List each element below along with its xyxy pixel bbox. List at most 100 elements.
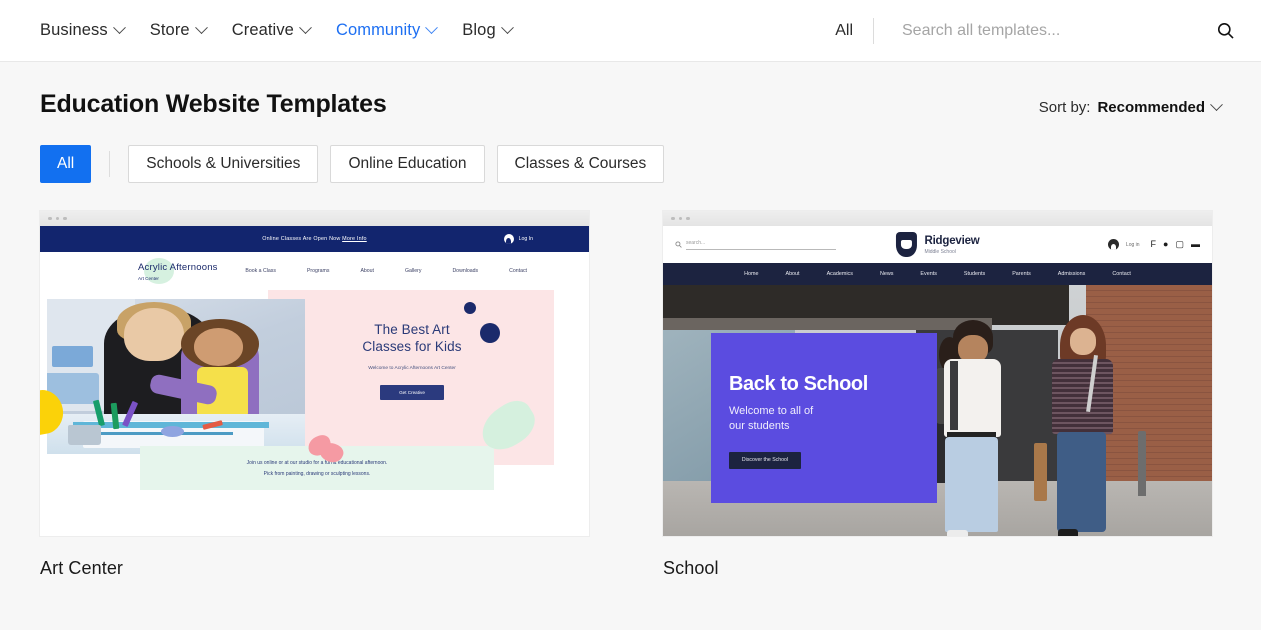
- filter-chip-online-education[interactable]: Online Education: [330, 145, 484, 183]
- page-body: Education Website Templates Sort by: Rec…: [0, 62, 1261, 630]
- nav-item-label: Community: [336, 21, 420, 40]
- announcement-link: More Info: [342, 236, 367, 242]
- nav-item-label: Blog: [462, 21, 495, 40]
- preview-nav-link: Admissions: [1058, 271, 1086, 277]
- search-icon: [1216, 21, 1235, 40]
- template-card-title: Art Center: [40, 558, 589, 579]
- navy-dot-decoration: [464, 302, 476, 314]
- preview-nav-links: Book a Class Programs About Gallery Down…: [245, 268, 527, 274]
- hero-copy: The Best Art Classes for Kids Welcome to…: [292, 322, 532, 400]
- preview-announcement-bar: Online Classes Are Open Now More Info Lo…: [40, 226, 589, 252]
- template-card-school[interactable]: search... Ridgeview Middle School Log in: [663, 211, 1212, 579]
- art-center-preview: Online Classes Are Open Now More Info Lo…: [40, 226, 589, 536]
- preview-utility-bar: search... Ridgeview Middle School Log in: [663, 226, 1212, 263]
- preview-search-placeholder: search...: [686, 240, 836, 250]
- nav-item-business[interactable]: Business: [40, 21, 124, 40]
- chevron-down-icon: [299, 21, 312, 34]
- divider: [109, 151, 110, 177]
- preview-nav-link: Gallery: [405, 268, 421, 274]
- instagram-icon: ▢: [1175, 240, 1184, 249]
- hero-photo-student-front: [932, 320, 1014, 536]
- window-dot-icon: [686, 217, 690, 221]
- preview-brand: Acrylic Afternoons Art Center: [138, 262, 218, 281]
- login-label: Log In: [519, 236, 533, 242]
- brand-name: Ridgeview: [924, 235, 979, 247]
- filter-chip-group: All Schools & Universities Online Educat…: [40, 145, 1221, 183]
- hero-copy-panel: Back to School Welcome to all of our stu…: [711, 333, 937, 503]
- preview-brand: Ridgeview Middle School: [895, 232, 979, 257]
- template-card-art-center[interactable]: Online Classes Are Open Now More Info Lo…: [40, 211, 589, 579]
- window-dot-icon: [56, 217, 60, 221]
- nav-item-blog[interactable]: Blog: [462, 21, 511, 40]
- preview-site-nav: Acrylic Afternoons Art Center Book a Cla…: [40, 252, 589, 290]
- nav-item-label: Creative: [232, 21, 294, 40]
- youtube-icon: ▬: [1191, 240, 1200, 249]
- primary-nav: Business Store Creative Community Blog: [40, 21, 512, 40]
- window-dot-icon: [63, 217, 67, 221]
- browser-chrome-bar: [40, 211, 589, 226]
- template-grid: Online Classes Are Open Now More Info Lo…: [40, 211, 1221, 579]
- template-thumbnail[interactable]: search... Ridgeview Middle School Log in: [663, 211, 1212, 536]
- hero-headline-line2: Classes for Kids: [292, 339, 532, 356]
- hero-cta-button: Discover the School: [729, 452, 801, 469]
- nav-item-creative[interactable]: Creative: [232, 21, 310, 40]
- nav-item-store[interactable]: Store: [150, 21, 206, 40]
- chevron-down-icon: [1210, 98, 1223, 111]
- template-card-title: School: [663, 558, 1212, 579]
- preview-nav-link: Students: [964, 271, 985, 277]
- preview-nav-link: Programs: [307, 268, 330, 274]
- preview-nav-link: Parents: [1012, 271, 1031, 277]
- preview-nav-link: Academics: [827, 271, 853, 277]
- search-wrapper: [874, 17, 1239, 44]
- hero-headline-line1: The Best Art: [292, 322, 532, 339]
- window-dot-icon: [48, 217, 52, 221]
- brand-name: Acrylic Afternoons: [138, 262, 218, 273]
- preview-nav-link: About: [785, 271, 799, 277]
- hero-headline: Back to School: [729, 373, 937, 396]
- browser-chrome-bar: [663, 211, 1212, 226]
- preview-nav-link: Contact: [1112, 271, 1131, 277]
- preview-nav-link: Downloads: [452, 268, 478, 274]
- chevron-down-icon: [501, 21, 514, 34]
- search-scope-all[interactable]: All: [835, 22, 873, 40]
- search-input[interactable]: [902, 22, 1202, 40]
- sort-by-dropdown[interactable]: Sort by: Recommended: [1039, 90, 1221, 116]
- pink-blob-decoration: [308, 436, 346, 462]
- hero-subhead: Welcome to Acrylic Afternoons Art Center: [292, 366, 532, 371]
- hero-headline: The Best Art Classes for Kids: [292, 322, 532, 356]
- hero-cta-button: Get Creative: [380, 385, 444, 400]
- preview-hero: The Best Art Classes for Kids Welcome to…: [40, 290, 589, 490]
- school-preview: search... Ridgeview Middle School Log in: [663, 226, 1212, 536]
- nav-item-label: Store: [150, 21, 190, 40]
- preview-site-nav: Home About Academics News Events Student…: [663, 263, 1212, 285]
- filter-chip-all[interactable]: All: [40, 145, 91, 183]
- nav-item-community[interactable]: Community: [336, 21, 436, 40]
- announcement-text: Online Classes Are Open Now More Info: [262, 236, 366, 242]
- preview-nav-link: News: [880, 271, 893, 277]
- template-thumbnail[interactable]: Online Classes Are Open Now More Info Lo…: [40, 211, 589, 536]
- window-dot-icon: [671, 217, 675, 221]
- filter-chip-classes-courses[interactable]: Classes & Courses: [497, 145, 665, 183]
- twitter-icon: ●: [1163, 240, 1168, 249]
- brand-subtitle: Middle School: [924, 249, 979, 255]
- hero-photo-student-right: [1042, 315, 1124, 536]
- filter-chip-schools-universities[interactable]: Schools & Universities: [128, 145, 318, 183]
- header-search-area: All: [835, 17, 1239, 44]
- search-button[interactable]: [1212, 17, 1239, 44]
- page-title: Education Website Templates: [40, 90, 387, 119]
- brand-subtitle: Art Center: [138, 276, 218, 281]
- global-header: Business Store Creative Community Blog A…: [0, 0, 1261, 62]
- preview-hero: Back to School Welcome to all of our stu…: [663, 285, 1212, 536]
- login-label: Log in: [1126, 242, 1140, 248]
- chevron-down-icon: [113, 21, 126, 34]
- preview-login: Log In: [504, 234, 533, 244]
- shield-logo-icon: [895, 232, 916, 257]
- preview-nav-link: Book a Class: [245, 268, 276, 274]
- preview-nav-link: Contact: [509, 268, 527, 274]
- preview-search: search...: [675, 240, 845, 250]
- nav-item-label: Business: [40, 21, 108, 40]
- window-dot-icon: [679, 217, 683, 221]
- chevron-down-icon: [195, 21, 208, 34]
- preview-nav-link: Events: [920, 271, 936, 277]
- avatar-icon: [504, 234, 514, 244]
